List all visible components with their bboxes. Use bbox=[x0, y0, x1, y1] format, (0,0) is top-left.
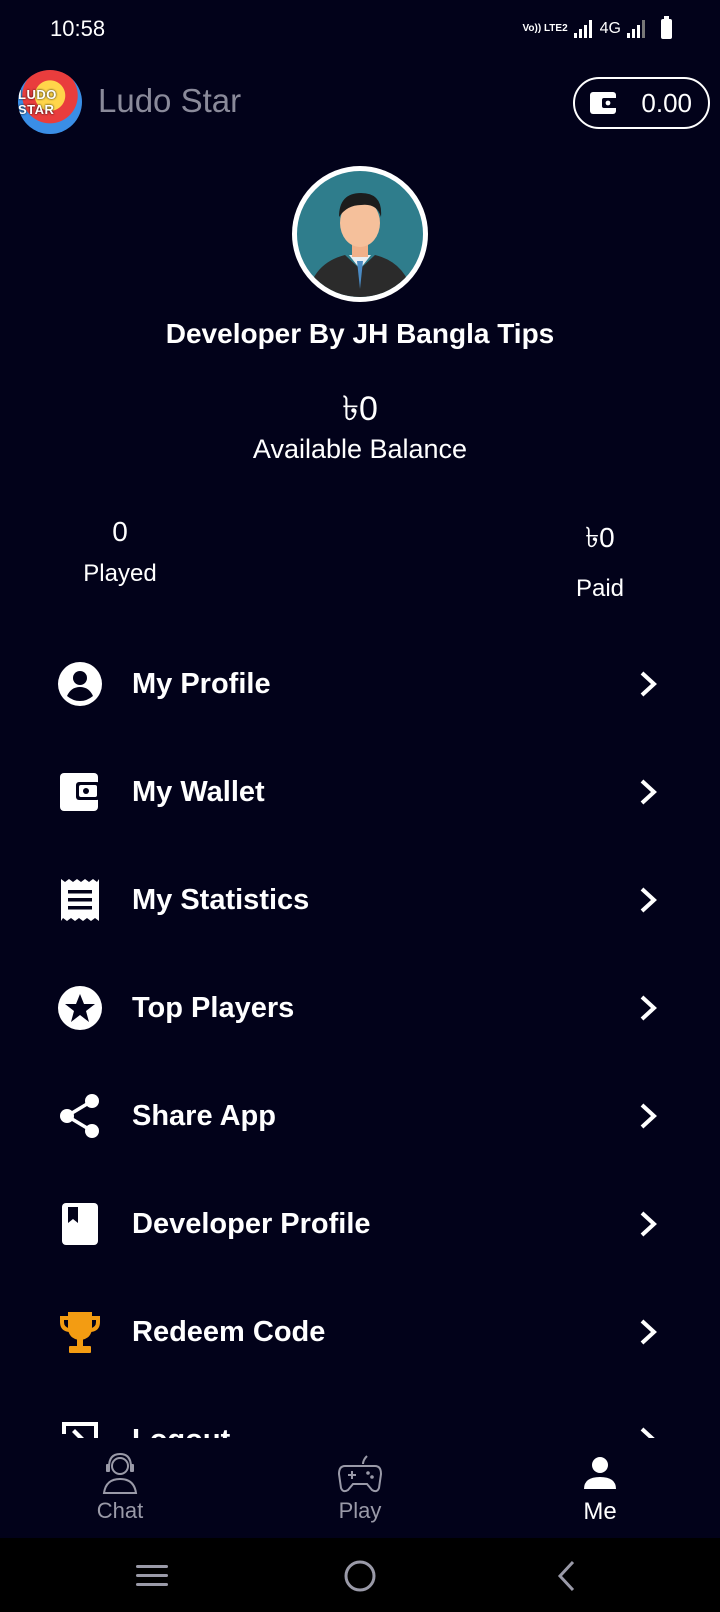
wallet-balance-button[interactable]: 0.00 bbox=[573, 77, 710, 129]
wallet-icon bbox=[590, 92, 618, 114]
chevron-right-icon bbox=[640, 1211, 657, 1237]
menu-item-developer-profile[interactable]: Developer Profile bbox=[0, 1170, 720, 1278]
person-icon bbox=[576, 1450, 624, 1496]
menu-lines-icon bbox=[136, 1565, 168, 1586]
menu-item-redeem-code[interactable]: Redeem Code bbox=[0, 1278, 720, 1386]
status-bar: 10:58 Vo)) LTE2 4G bbox=[0, 0, 720, 60]
home-circle-icon bbox=[344, 1560, 376, 1592]
wallet-balance-value: 0.00 bbox=[641, 87, 692, 118]
menu-item-logout[interactable]: Logout bbox=[0, 1386, 720, 1438]
back-button[interactable] bbox=[544, 1554, 588, 1598]
menu-item-label: Developer Profile bbox=[132, 1207, 371, 1240]
tab-play[interactable]: Play bbox=[280, 1438, 440, 1538]
network-type: 4G bbox=[599, 20, 621, 37]
home-button[interactable] bbox=[338, 1554, 382, 1598]
app-title: Ludo Star bbox=[98, 82, 242, 119]
chevron-right-icon bbox=[640, 671, 657, 697]
stat-paid: ৳0 Paid bbox=[530, 516, 670, 603]
menu-item-label: My Statistics bbox=[132, 883, 310, 916]
available-balance-label: Available Balance bbox=[252, 434, 468, 464]
menu-item-share-app[interactable]: Share App bbox=[0, 1062, 720, 1170]
gamepad-icon bbox=[336, 1450, 384, 1496]
tab-me[interactable]: Me bbox=[520, 1438, 680, 1538]
status-time: 10:58 bbox=[50, 16, 106, 41]
status-icons: Vo)) LTE2 4G bbox=[522, 16, 672, 42]
bookmark-book-icon bbox=[56, 1200, 104, 1248]
logout-icon bbox=[56, 1416, 104, 1438]
menu-item-label: Redeem Code bbox=[132, 1315, 326, 1348]
wallet-icon bbox=[56, 768, 104, 816]
recent-apps-button[interactable] bbox=[130, 1554, 174, 1598]
bottom-navigation: Chat Play Me bbox=[0, 1438, 720, 1538]
menu-item-top-players[interactable]: Top Players bbox=[0, 954, 720, 1062]
receipt-icon bbox=[56, 876, 104, 924]
chevron-right-icon bbox=[640, 887, 657, 913]
menu-item-label: Top Players bbox=[132, 991, 295, 1024]
volte-indicator: Vo)) LTE2 bbox=[522, 23, 568, 34]
signal-icon bbox=[573, 20, 592, 38]
paid-label: Paid bbox=[575, 575, 625, 602]
app-header: LUDO STAR Ludo Star 0.00 bbox=[0, 68, 720, 138]
trophy-icon bbox=[56, 1308, 104, 1356]
menu-item-my-statistics[interactable]: My Statistics bbox=[0, 846, 720, 954]
tab-label: Me bbox=[583, 1498, 617, 1525]
signal-icon bbox=[627, 20, 645, 38]
back-chevron-icon bbox=[557, 1560, 575, 1592]
menu-item-my-wallet[interactable]: My Wallet bbox=[0, 738, 720, 846]
chevron-right-icon bbox=[640, 1319, 657, 1345]
chevron-right-icon bbox=[640, 779, 657, 805]
avatar[interactable] bbox=[292, 166, 428, 302]
battery-icon bbox=[661, 16, 672, 39]
paid-amount: ৳0 bbox=[585, 522, 615, 553]
chevron-right-icon bbox=[640, 1103, 657, 1129]
app-logo-text: LUDO STAR bbox=[18, 87, 57, 117]
menu-item-label: Logout bbox=[132, 1424, 230, 1439]
star-circle-icon bbox=[56, 984, 104, 1032]
person-avatar-icon bbox=[307, 193, 413, 297]
menu-item-label: My Wallet bbox=[132, 775, 265, 808]
played-label: Played bbox=[83, 560, 157, 587]
share-icon bbox=[56, 1092, 104, 1140]
tab-chat[interactable]: Chat bbox=[40, 1438, 200, 1538]
menu-item-label: Share App bbox=[132, 1099, 276, 1132]
user-name: Developer By JH Bangla Tips bbox=[165, 318, 555, 349]
tab-label: Play bbox=[338, 1498, 382, 1523]
played-count: 0 bbox=[112, 516, 128, 547]
menu-item-label: My Profile bbox=[132, 667, 271, 700]
support-agent-icon bbox=[96, 1450, 144, 1496]
chevron-right-icon bbox=[640, 995, 657, 1021]
account-circle-icon bbox=[56, 660, 104, 708]
tab-label: Chat bbox=[96, 1498, 144, 1523]
chevron-right-icon bbox=[640, 1427, 655, 1438]
app-logo: LUDO STAR bbox=[18, 70, 82, 134]
menu-item-my-profile[interactable]: My Profile bbox=[0, 630, 720, 738]
stat-played: 0 Played bbox=[50, 516, 190, 588]
settings-menu: My Profile My Wallet My Statistics Top P… bbox=[0, 630, 720, 1438]
system-navigation-bar bbox=[0, 1538, 720, 1612]
available-balance-value: ৳0 bbox=[342, 390, 378, 428]
